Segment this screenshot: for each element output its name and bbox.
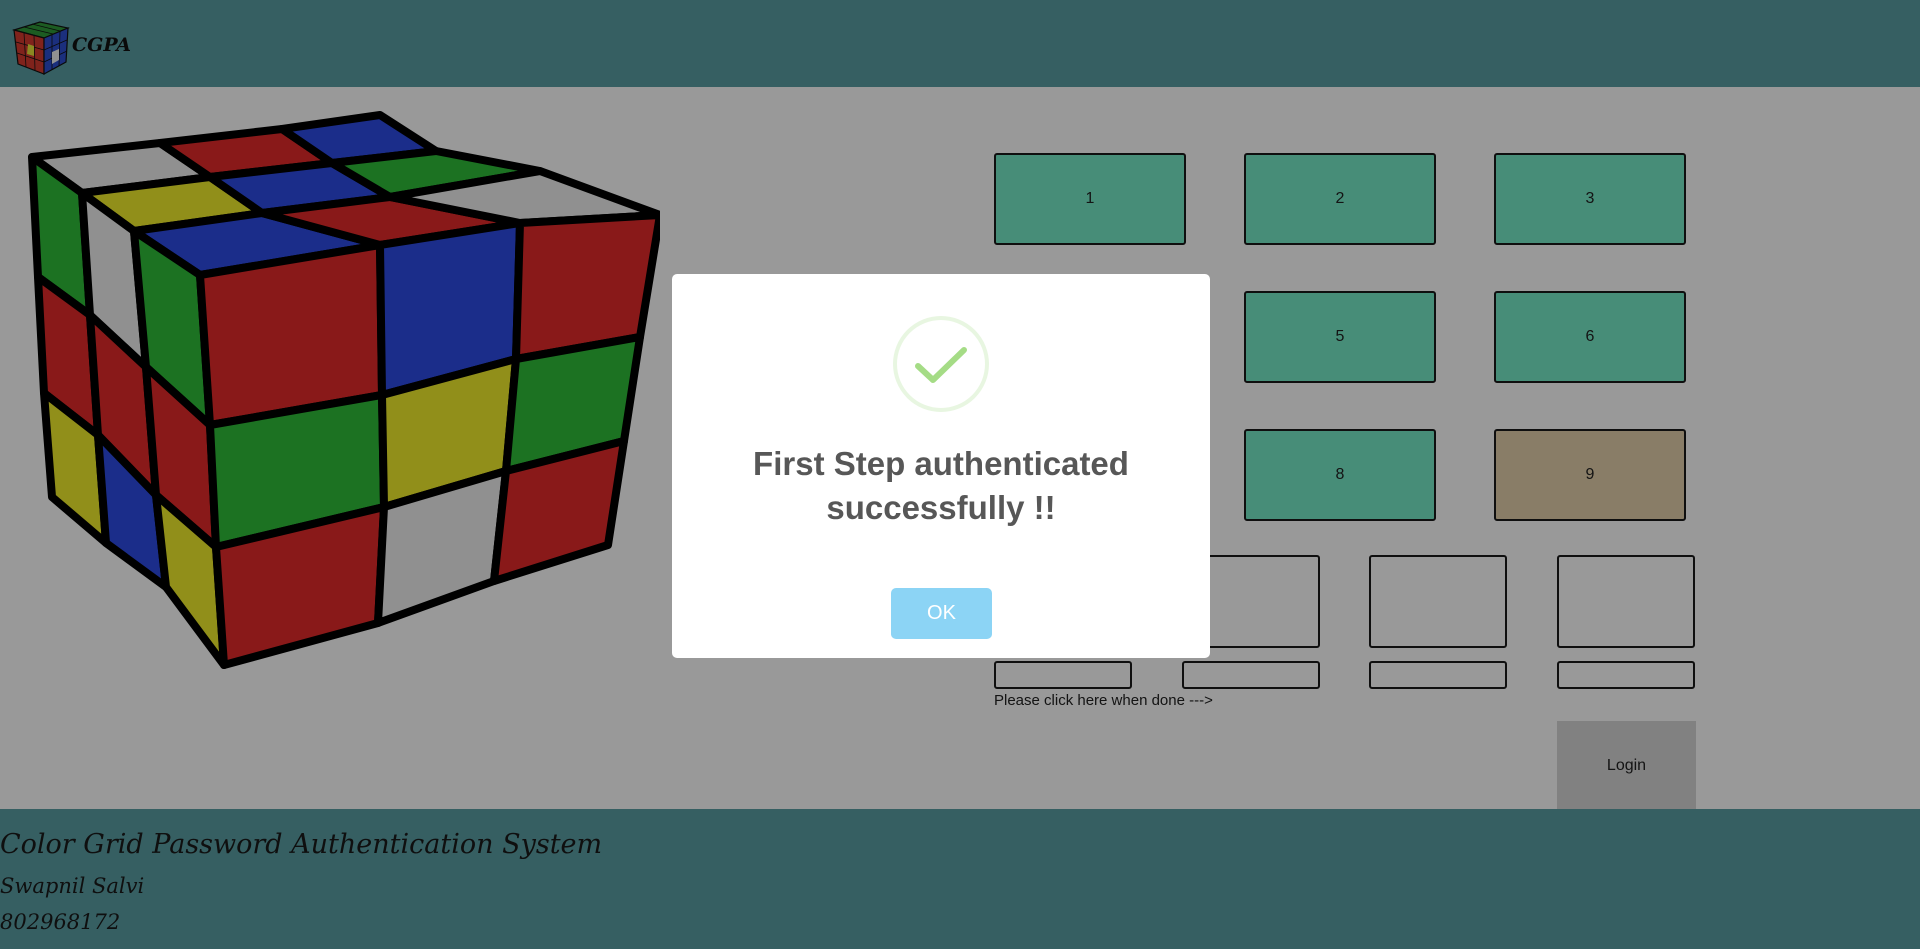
dialog-title: First Step authenticated successfully !! [753,445,1129,526]
success-check-icon [893,316,989,412]
success-dialog: First Step authenticated successfully !!… [672,274,1210,658]
ok-button[interactable]: OK [891,588,992,639]
